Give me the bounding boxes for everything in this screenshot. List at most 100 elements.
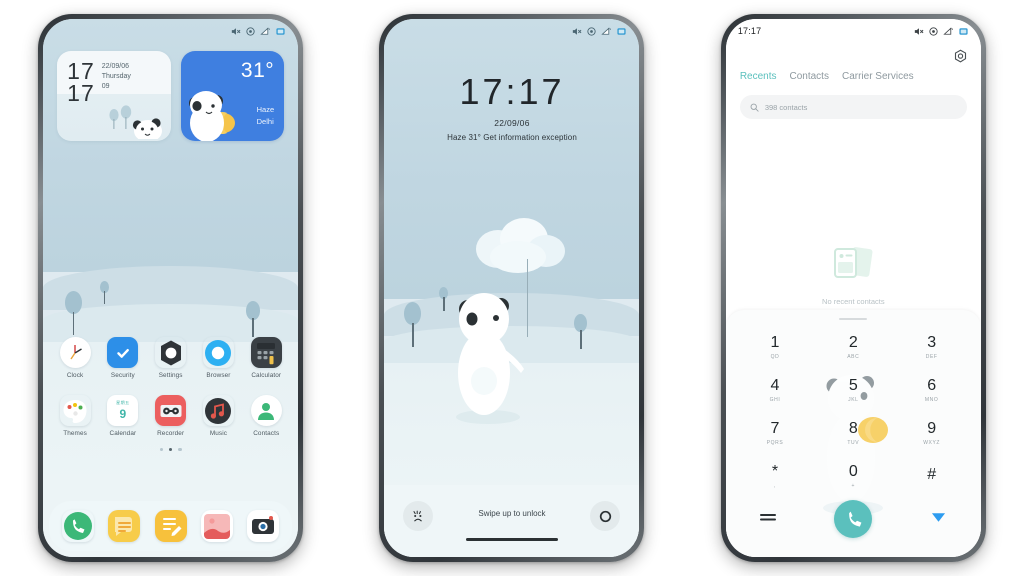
app-clock[interactable]: Clock [51,337,99,379]
empty-state-text: No recent contacts [822,297,885,306]
key-star[interactable]: * , [736,455,814,498]
home-indicator[interactable] [465,538,558,541]
search-icon [750,103,759,112]
camera-icon[interactable] [247,510,279,542]
key-6[interactable]: 6 MNO [892,369,970,412]
mute-icon [914,27,924,35]
tab-carrier-services[interactable]: Carrier Services [842,71,914,82]
page-dot[interactable] [159,448,163,452]
wifi-icon [943,26,953,35]
gallery-icon[interactable] [200,510,233,542]
app-music[interactable]: Music [195,395,243,437]
keypad-bottom-bar [726,498,981,539]
app-label: Music [209,430,228,437]
key-letters: DEF [925,354,938,361]
app-recorder[interactable]: Recorder [147,395,195,437]
app-calculator[interactable]: Calculator [242,337,290,379]
dialer-tabs: Recents Contacts Carrier Services [740,71,969,82]
phone-home-screen: 17 17 22/09/06 Thursday 09 31° Haze Delh… [38,14,304,562]
app-settings[interactable]: Settings [147,337,195,379]
clock-widget-bear-art [109,105,162,139]
music-note-icon [203,395,234,426]
app-label: Recorder [157,430,185,437]
phone-icon[interactable] [62,510,94,542]
app-label: Calendar [109,430,137,437]
weather-condition: Haze [256,104,275,114]
camera-circle-icon[interactable] [590,501,621,531]
keypad-grid: 1 QD 2 ABC 3 DEF 4 GHI 5 JKL 6 MNO 7 PQR… [726,320,981,498]
lock-screen: 17:17 22/09/06 Haze 31° Get information … [384,19,640,557]
weather-widget-bear-art [188,91,235,141]
battery-icon [617,27,627,35]
weather-widget[interactable]: 31° Haze Delhi [180,51,285,141]
page-dot-active[interactable] [168,448,173,452]
messages-icon[interactable] [108,510,141,542]
key-digit: 8 [848,420,858,438]
key-5[interactable]: 5 JKL [814,369,892,412]
clock-widget-weekday: Thursday [101,72,131,80]
shield-check-icon [107,337,139,368]
alarm-icon [246,26,255,36]
key-3[interactable]: 3 DEF [892,326,970,369]
clock-widget-extra: 09 [101,82,110,90]
tab-recents[interactable]: Recents [740,71,777,82]
lock-date: 22/09/06 [494,118,530,128]
status-bar [43,19,298,43]
recorder-icon [155,395,187,426]
weather-city: Delhi [256,117,274,127]
contact-cards-icon [834,247,873,278]
status-time: 17:17 [737,26,762,36]
tree-icon [100,281,110,304]
page-indicator [43,448,298,452]
key-letters: QD [770,354,780,361]
app-calendar[interactable]: 星期五 9 Calendar [99,395,147,437]
key-letters: ABC [847,354,860,361]
key-letters: , [773,483,776,490]
app-grid-row-2: Themes 星期五 9 Calendar Recorder Music Con… [43,379,298,437]
app-label: Themes [63,430,87,437]
phone-lock-screen: 17:17 22/09/06 Haze 31° Get information … [379,14,645,562]
key-digit: # [927,466,937,484]
widget-row: 17 17 22/09/06 Thursday 09 31° Haze Delh… [57,51,285,141]
wifi-icon [260,26,271,35]
app-themes[interactable]: Themes [51,395,99,437]
notes-pencil-icon[interactable] [154,510,187,542]
app-browser[interactable]: Browser [195,337,243,379]
key-digit: 5 [848,377,858,395]
tab-contacts[interactable]: Contacts [790,71,829,82]
key-letters: JKL [848,397,859,404]
tree-icon [574,314,588,349]
calendar-day: 9 [119,407,127,421]
key-9[interactable]: 9 WXYZ [892,412,970,455]
battery-icon [959,27,968,35]
key-4[interactable]: 4 GHI [736,369,814,412]
alarm-icon [587,26,597,36]
call-button[interactable] [834,500,873,539]
gear-icon[interactable] [953,49,968,69]
page-dot[interactable] [178,448,182,452]
app-security[interactable]: Security [99,337,147,379]
palette-icon [60,395,91,426]
key-hash[interactable]: # [892,455,970,498]
key-digit: 7 [770,420,780,438]
collapse-triangle-icon[interactable] [931,510,946,528]
key-1[interactable]: 1 QD [736,326,814,369]
dial-keypad: 1 QD 2 ABC 3 DEF 4 GHI 5 JKL 6 MNO 7 PQR… [725,310,981,557]
key-digit: 0 [848,463,858,481]
key-digit: 1 [770,334,780,352]
alarm-icon [929,26,938,36]
menu-lines-icon[interactable] [759,510,777,528]
clock-widget[interactable]: 17 17 22/09/06 Thursday 09 [57,51,171,141]
key-letters: + [851,483,856,490]
search-input[interactable]: 398 contacts [739,95,967,119]
cloud-balloon-icon [476,218,566,273]
calculator-icon [250,337,282,368]
key-8[interactable]: 8 TUV [814,412,892,455]
app-label: Calculator [251,372,282,379]
mute-icon [573,27,582,35]
app-contacts[interactable]: Contacts [242,395,290,437]
key-0[interactable]: 0 + [814,455,892,498]
key-7[interactable]: 7 PQRS [736,412,814,455]
key-2[interactable]: 2 ABC [814,326,892,369]
key-digit: 6 [927,377,937,395]
